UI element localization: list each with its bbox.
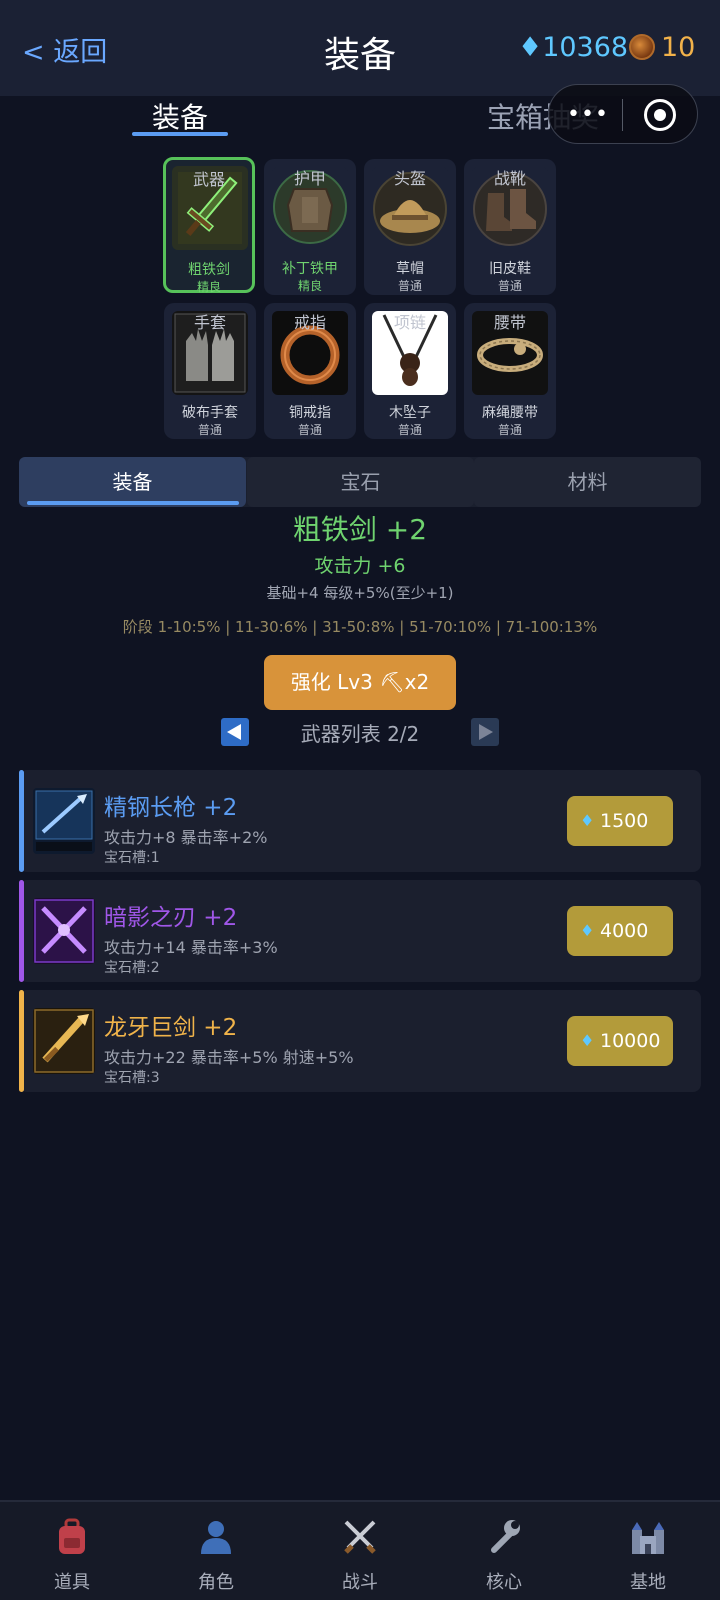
item-rarity: 普通	[297, 423, 322, 437]
equip-slot-ring[interactable]: 戒指 铜戒指 普通	[264, 303, 356, 439]
slot-label: 头盔	[393, 169, 426, 188]
item-name: 补丁铁甲	[282, 261, 338, 277]
diamond-icon: ♦	[580, 921, 595, 940]
diamond-icon: ♦	[580, 1031, 595, 1050]
header-bar: < 返回 装备 ♦10368 10	[0, 0, 720, 96]
weapon-list-item[interactable]: 精钢长枪 +2 攻击力+8 暴击率+2% 宝石槽:1 ♦ 1500	[19, 770, 701, 872]
coin-balance: 10	[661, 32, 696, 63]
item-rarity: 精良	[196, 280, 221, 294]
shadow-blade-icon	[33, 898, 95, 964]
item-name: 木坠子	[389, 405, 431, 421]
upgrade-button[interactable]: 强化 Lv3 ⛏x2	[264, 655, 456, 710]
equip-slot-helmet[interactable]: 头盔 草帽 普通	[364, 159, 456, 295]
item-name: 粗铁剑	[188, 262, 230, 278]
slot-label: 武器	[192, 170, 225, 189]
dragon-sword-icon	[33, 1008, 95, 1074]
selected-item-title: 粗铁剑 +2	[292, 513, 428, 546]
buy-button[interactable]: ♦ 1500	[567, 796, 673, 846]
buy-button[interactable]: ♦ 4000	[567, 906, 673, 956]
weapon-gem-slots: 宝石槽:2	[104, 960, 160, 976]
coin-icon	[629, 34, 655, 60]
item-rarity: 普通	[397, 423, 422, 437]
equip-slot-belt[interactable]: 腰带 麻绳腰带 普通	[464, 303, 556, 439]
wrench-icon	[491, 1520, 520, 1553]
slot-label: 护甲	[293, 169, 326, 188]
weapon-stats: 攻击力+22 暴击率+5% 射速+5%	[104, 1048, 354, 1067]
price: 1500	[600, 810, 649, 832]
nav-item-base[interactable]: 基地	[576, 1502, 720, 1600]
weapon-list-item[interactable]: 暗影之刃 +2 攻击力+14 暴击率+3% 宝石槽:2 ♦ 4000	[19, 880, 701, 982]
item-rarity: 普通	[497, 423, 522, 437]
nav-item-character[interactable]: 角色	[144, 1502, 288, 1600]
weapon-stats: 攻击力+14 暴击率+3%	[104, 938, 278, 957]
item-rarity: 普通	[497, 279, 522, 293]
diamond-icon: ♦	[580, 811, 595, 830]
slot-label: 手套	[193, 313, 226, 332]
weapon-gem-slots: 宝石槽:3	[104, 1070, 160, 1086]
equip-slot-necklace[interactable]: 项链 木坠子 普通	[364, 303, 456, 439]
rarity-bar	[19, 770, 24, 872]
item-rarity: 精良	[297, 279, 322, 293]
nav-label: 核心	[486, 1572, 522, 1593]
close-miniprogram-icon[interactable]	[644, 99, 676, 131]
item-name: 旧皮鞋	[489, 261, 531, 277]
weapon-name: 暗影之刃 +2	[104, 905, 238, 931]
person-icon	[201, 1521, 231, 1554]
nav-item-core[interactable]: 核心	[432, 1502, 576, 1600]
more-options-icon[interactable]: •••	[567, 102, 609, 127]
inventory-segment-tabs: 装备 宝石 材料	[19, 457, 701, 507]
equip-slot-gloves[interactable]: 手套 破布手套 普通	[164, 303, 256, 439]
tab-materials[interactable]: 材料	[474, 457, 701, 507]
weapon-list-label: 武器列表 2/2	[300, 722, 420, 746]
item-name: 破布手套	[182, 405, 238, 421]
item-name: 麻绳腰带	[482, 405, 538, 421]
item-rarity: 普通	[397, 279, 422, 293]
slot-label: 戒指	[293, 313, 326, 332]
nav-item-items[interactable]: 道具	[0, 1502, 144, 1600]
equip-slot-boots[interactable]: 战靴 旧皮鞋 普通	[464, 159, 556, 295]
price: 10000	[600, 1030, 661, 1052]
equip-slot-armor[interactable]: 护甲 补丁铁甲 精良	[264, 159, 356, 295]
weapon-name: 精钢长枪 +2	[104, 795, 238, 821]
weapon-name: 龙牙巨剑 +2	[104, 1015, 238, 1041]
castle-icon	[632, 1522, 664, 1554]
selected-item-base-info: 基础+4 每级+5%(至少+1)	[266, 584, 454, 602]
backpack-icon	[59, 1518, 85, 1554]
selected-item-attack: 攻击力 +6	[314, 555, 406, 577]
nav-label: 道具	[54, 1572, 90, 1593]
tab-equipment[interactable]: 装备	[132, 96, 228, 136]
crossed-swords-icon	[344, 1520, 376, 1554]
rarity-bar	[19, 990, 24, 1092]
rarity-bar	[19, 880, 24, 982]
nav-label: 基地	[630, 1572, 666, 1593]
equip-slot-weapon[interactable]: 武器 粗铁剑 精良	[163, 157, 255, 294]
item-rarity: 普通	[197, 423, 222, 437]
tab-gems[interactable]: 宝石	[247, 457, 474, 507]
next-page-icon[interactable]	[471, 718, 499, 746]
slot-label: 项链	[393, 313, 426, 332]
tab-equip-list[interactable]: 装备	[19, 457, 246, 507]
gem-balance: ♦10368	[518, 32, 629, 63]
slot-label: 腰带	[493, 313, 526, 332]
nav-item-battle[interactable]: 战斗	[288, 1502, 432, 1600]
tab-active-underline	[27, 501, 239, 505]
item-name: 铜戒指	[289, 405, 331, 421]
miniprogram-capsule: •••	[548, 84, 698, 144]
bottom-nav: 道具 角色 战斗 核心 基地	[0, 1500, 720, 1600]
buy-button[interactable]: ♦ 10000	[567, 1016, 673, 1066]
slot-label: 战靴	[493, 169, 526, 188]
price: 4000	[600, 920, 649, 942]
upgrade-stage-table: 阶段 1-10:5% | 11-30:6% | 31-50:8% | 51-70…	[122, 618, 598, 636]
item-name: 草帽	[396, 261, 424, 277]
spear-icon	[33, 788, 95, 854]
nav-label: 战斗	[342, 1572, 378, 1593]
weapon-stats: 攻击力+8 暴击率+2%	[104, 828, 268, 847]
weapon-gem-slots: 宝石槽:1	[104, 850, 160, 866]
tab-active-underline	[132, 132, 228, 136]
nav-label: 角色	[198, 1572, 234, 1593]
weapon-list-item[interactable]: 龙牙巨剑 +2 攻击力+22 暴击率+5% 射速+5% 宝石槽:3 ♦ 1000…	[19, 990, 701, 1092]
capsule-divider	[622, 99, 623, 131]
